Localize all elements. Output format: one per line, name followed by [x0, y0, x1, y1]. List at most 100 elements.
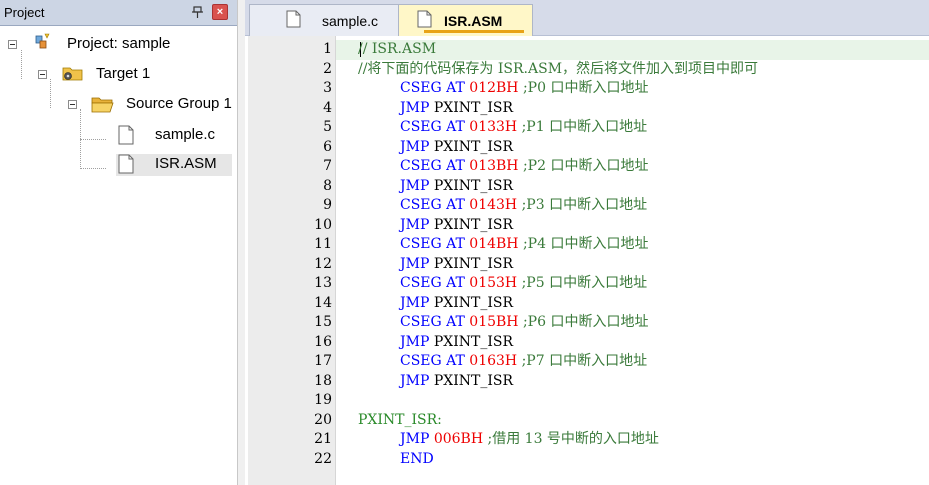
code-line: END	[400, 450, 434, 470]
code-line: // ISR.ASM	[358, 41, 437, 57]
code-number: 006BH	[433, 431, 484, 447]
project-tree: Project: sample Target 1 Source Group 1	[0, 26, 237, 485]
code-keyword: CSEG AT	[400, 236, 465, 252]
tab-label: ISR.ASM	[444, 13, 503, 29]
code-keyword: CSEG AT	[400, 197, 465, 213]
code-line: CSEG AT 0133H ;P1 口中断入口地址	[400, 118, 647, 138]
code-line: CSEG AT 0143H ;P3 口中断入口地址	[400, 196, 647, 216]
code-line: JMP PXINT_ISR	[400, 372, 513, 392]
code-keyword: JMP	[400, 138, 430, 155]
active-tab-indicator	[424, 30, 524, 33]
code-number: 012BH	[469, 80, 519, 96]
tree-label-file: ISR.ASM	[155, 155, 217, 172]
collapse-toggle[interactable]	[68, 100, 77, 109]
project-panel: Project × Project: sample Target 1 Sourc…	[0, 0, 237, 485]
code-keyword: JMP	[400, 372, 430, 389]
tree-item-file-sample-c[interactable]: sample.c	[106, 125, 237, 147]
code-line: JMP PXINT_ISR	[400, 255, 513, 275]
code-lines: // ISR.ASM //将下面的代码保存为 ISR.ASM，然后将文件加入到项…	[248, 36, 929, 485]
code-keyword: JMP	[400, 255, 430, 272]
file-icon	[118, 154, 134, 174]
code-comment: ;P4 口中断入口地址	[522, 236, 649, 252]
code-number: 013BH	[469, 158, 519, 174]
code-comment: ;借用 13 号中断的入口地址	[487, 431, 659, 447]
code-comment: ;P1 口中断入口地址	[521, 119, 648, 135]
code-comment: ;P3 口中断入口地址	[521, 197, 648, 213]
code-number: 014BH	[469, 236, 519, 252]
code-number: 0153H	[469, 275, 518, 291]
collapse-toggle[interactable]	[8, 40, 17, 49]
file-icon	[118, 125, 134, 145]
code-keyword: CSEG AT	[400, 275, 465, 291]
code-keyword: JMP	[400, 294, 430, 311]
code-keyword: CSEG AT	[400, 353, 465, 369]
tree-label-file: sample.c	[155, 126, 216, 143]
tree-item-project[interactable]: Project: sample	[0, 33, 237, 56]
code-operand: PXINT_ISR	[433, 177, 513, 194]
code-comment: ;P7 口中断入口地址	[521, 353, 648, 369]
code-operand: PXINT_ISR	[433, 333, 513, 350]
code-keyword: END	[400, 450, 434, 467]
target-folder-icon	[62, 67, 83, 81]
code-line: //将下面的代码保存为 ISR.ASM，然后将文件加入到项目中即可	[358, 60, 759, 77]
code-line: JMP PXINT_ISR	[400, 138, 513, 158]
tree-label-project: Project: sample	[67, 35, 171, 52]
code-operand: PXINT_ISR	[433, 216, 513, 233]
code-comment: ;P2 口中断入口地址	[522, 158, 649, 174]
file-icon	[286, 10, 301, 28]
code-line: CSEG AT 012BH ;P0 口中断入口地址	[400, 79, 648, 99]
code-number: 0133H	[469, 119, 518, 135]
tab-isr-asm[interactable]: ISR.ASM	[398, 4, 533, 36]
collapse-toggle[interactable]	[38, 70, 47, 79]
code-number: 015BH	[469, 314, 519, 330]
code-operand: PXINT_ISR	[433, 255, 513, 272]
code-line: JMP 006BH ;借用 13 号中断的入口地址	[400, 430, 659, 450]
panel-splitter[interactable]	[237, 0, 245, 485]
code-line: CSEG AT 014BH ;P4 口中断入口地址	[400, 235, 648, 255]
code-operand: PXINT_ISR	[433, 99, 513, 116]
code-comment: ;P0 口中断入口地址	[522, 80, 649, 96]
tree-item-target[interactable]: Target 1	[0, 64, 237, 86]
code-line: CSEG AT 013BH ;P2 口中断入口地址	[400, 157, 648, 177]
project-panel-header: Project ×	[0, 0, 237, 26]
code-number: 0163H	[469, 353, 518, 369]
editor-tab-bar: sample.c ISR.ASM	[245, 0, 929, 36]
folder-open-icon	[91, 97, 114, 113]
code-keyword: JMP	[400, 216, 430, 233]
code-operand: PXINT_ISR	[433, 372, 513, 389]
tree-label-target: Target 1	[96, 65, 151, 82]
code-keyword: JMP	[400, 333, 430, 350]
code-keyword: CSEG AT	[400, 80, 465, 96]
code-line: JMP PXINT_ISR	[400, 333, 513, 353]
close-icon[interactable]: ×	[212, 4, 228, 20]
file-icon	[417, 10, 432, 28]
code-line: CSEG AT 0163H ;P7 口中断入口地址	[400, 352, 647, 372]
code-keyword: CSEG AT	[400, 314, 465, 330]
code-keyword: JMP	[400, 99, 430, 116]
code-keyword: JMP	[400, 431, 430, 447]
project-panel-title: Project	[4, 5, 45, 20]
tree-label-source-group: Source Group 1	[126, 95, 232, 112]
tree-item-file-isr-asm[interactable]: ISR.ASM	[116, 154, 232, 176]
code-line: JMP PXINT_ISR	[400, 177, 513, 197]
code-number: 0143H	[469, 197, 518, 213]
project-icon	[35, 33, 50, 49]
code-operand: PXINT_ISR	[433, 294, 513, 311]
code-line: JMP PXINT_ISR	[400, 294, 513, 314]
code-line: JMP PXINT_ISR	[400, 99, 513, 119]
pin-icon[interactable]	[189, 3, 207, 21]
tab-label: sample.c	[322, 13, 379, 29]
code-line: CSEG AT 0153H ;P5 口中断入口地址	[400, 274, 647, 294]
tree-item-source-group[interactable]: Source Group 1	[0, 94, 237, 116]
code-operand: PXINT_ISR	[433, 138, 513, 155]
code-label: PXINT_ISR:	[358, 411, 442, 428]
code-keyword: JMP	[400, 177, 430, 194]
code-keyword: CSEG AT	[400, 158, 465, 174]
code-line: CSEG AT 015BH ;P6 口中断入口地址	[400, 313, 648, 333]
code-line: JMP PXINT_ISR	[400, 216, 513, 236]
code-editor[interactable]: 1 2 3 4 5 6 7 8 9 10 11 12 13 14 15 16 1…	[248, 36, 929, 485]
code-comment: ;P5 口中断入口地址	[521, 275, 648, 291]
tab-sample-c[interactable]: sample.c	[249, 4, 399, 36]
code-comment: ;P6 口中断入口地址	[522, 314, 649, 330]
code-keyword: CSEG AT	[400, 119, 465, 135]
